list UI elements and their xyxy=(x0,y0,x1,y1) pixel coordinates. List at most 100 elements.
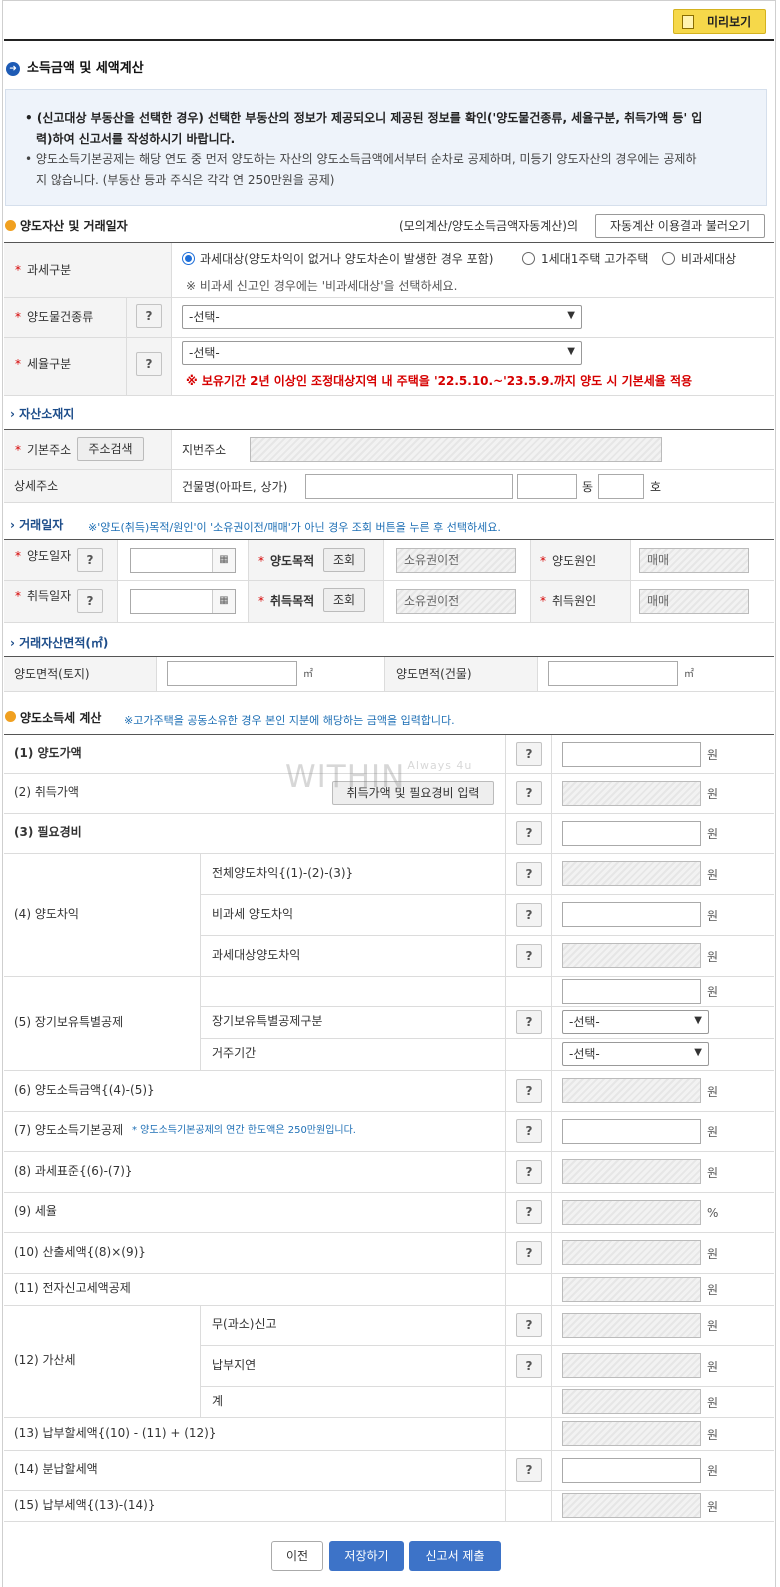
preview-button[interactable]: 미리보기 xyxy=(673,9,766,34)
calc-label-1: (1) 양도가액 xyxy=(14,746,82,760)
acquire-purpose-field: 소유권이전 xyxy=(396,589,516,614)
calc-sublabel-16: 무(과소)신고 xyxy=(212,1317,277,1331)
calc-readonly-4 xyxy=(562,861,701,886)
unit-label: 원 xyxy=(707,748,719,762)
calc-readonly-6 xyxy=(562,943,701,968)
calc-sublabel-18: 계 xyxy=(212,1393,224,1408)
unit-label: 원 xyxy=(707,1359,719,1374)
jibun-field xyxy=(250,437,662,462)
calc-sublabel-4: 전체양도차익{(1)-(2)-(3)} xyxy=(212,865,354,880)
calc-help-button-1[interactable]: ? xyxy=(516,742,542,766)
notice-1b: 력)하여 신고서를 작성하시기 바랍니다. xyxy=(36,132,236,146)
calc-sublabel-17: 납부지연 xyxy=(212,1357,257,1372)
calc-help-button-13[interactable]: ? xyxy=(516,1200,542,1224)
calc-help-button-10[interactable]: ? xyxy=(516,1078,542,1103)
calc-sublabel-5: 비과세 양도차익 xyxy=(212,906,294,921)
calc-readonly-10 xyxy=(562,1078,701,1103)
radio-nontaxable[interactable] xyxy=(662,252,675,265)
submit-button[interactable]: 신고서 제출 xyxy=(409,1541,501,1571)
calc-help-button-6[interactable]: ? xyxy=(516,943,542,968)
calc-input-5[interactable] xyxy=(562,902,701,927)
acquire-purpose-inquiry-button[interactable]: 조회 xyxy=(323,588,365,612)
calc-label-12: (8) 과세표준{(6)-(7)} xyxy=(14,1163,133,1178)
calc-help-button-5[interactable]: ? xyxy=(516,902,542,927)
chevron-down-icon: ▼ xyxy=(694,1015,702,1026)
calc-label-20: (14) 분납할세액 xyxy=(14,1462,98,1476)
dong-input[interactable] xyxy=(517,474,577,499)
unit-label: % xyxy=(707,1206,719,1220)
calc-label-11: (7) 양도소득기본공제 xyxy=(14,1123,124,1137)
calc-label-16: (12) 가산세 xyxy=(14,1353,76,1367)
calendar-icon[interactable]: ▦ xyxy=(212,590,235,613)
calc-help-button-16[interactable]: ? xyxy=(516,1313,542,1337)
land-area-input[interactable] xyxy=(167,661,297,686)
transfer-date-input[interactable]: ▦ xyxy=(130,548,236,573)
acquire-date-input[interactable]: ▦ xyxy=(130,589,236,614)
rate-select[interactable]: -선택- ▼ xyxy=(182,341,582,365)
unit-label: 원 xyxy=(707,985,719,999)
chevron-down-icon: ▼ xyxy=(567,310,575,321)
calc-select-9[interactable]: -선택- ▼ xyxy=(562,1042,709,1066)
ho-input[interactable] xyxy=(598,474,644,499)
building-name-input[interactable] xyxy=(305,474,513,499)
calc-heading: 양도소득세 계산 xyxy=(20,711,102,725)
transfer-date-help-button[interactable]: ? xyxy=(77,548,103,572)
transfer-purpose-inquiry-button[interactable]: 조회 xyxy=(323,548,365,572)
calc-label-14: (10) 산출세액{(8)×(9)} xyxy=(14,1244,146,1259)
calc-readonly-19 xyxy=(562,1421,701,1446)
notice-1: (신고대상 부동산을 선택한 경우) 선택한 부동산의 정보가 제공되오니 제공… xyxy=(36,111,703,125)
radio-luxury-house[interactable] xyxy=(522,252,535,265)
rate-help-button[interactable]: ? xyxy=(136,352,162,376)
acquire-date-help-button[interactable]: ? xyxy=(77,589,103,613)
calendar-icon[interactable]: ▦ xyxy=(212,549,235,572)
calc-sublabel-6: 과세대상양도차익 xyxy=(212,947,301,962)
calc-readonly-16 xyxy=(562,1312,701,1338)
unit-label: 원 xyxy=(707,1395,719,1410)
calc-help-button-11[interactable]: ? xyxy=(516,1119,542,1143)
acquire-date-label: 취득일자 xyxy=(27,589,72,603)
calc-readonly-13 xyxy=(562,1199,701,1225)
kind-label: 양도물건종류 xyxy=(27,310,94,324)
calc-input-3[interactable] xyxy=(562,820,701,846)
transfer-cause-field: 매매 xyxy=(639,548,749,573)
calc-help-button-2[interactable]: ? xyxy=(516,781,542,805)
address-search-button[interactable]: 주소검색 xyxy=(77,437,144,461)
unit-label: 원 xyxy=(707,1464,719,1478)
calc-help-button-8[interactable]: ? xyxy=(516,1010,542,1034)
rate-warning: ※ 보유기간 2년 이상인 조정대상지역 내 주택을 '22.5.10.~'23… xyxy=(186,374,693,388)
unit-label: 원 xyxy=(707,1125,719,1139)
chevron-down-icon: ▼ xyxy=(694,1047,702,1058)
calc-help-button-17[interactable]: ? xyxy=(516,1353,542,1378)
unit-label: 원 xyxy=(707,1084,719,1099)
unit-label: 원 xyxy=(707,1427,719,1442)
document-icon xyxy=(682,15,694,29)
calc-label-10: (6) 양도소득금액{(4)-(5)} xyxy=(14,1082,155,1097)
location-heading: 자산소재지 xyxy=(19,407,75,421)
calc-input-1[interactable] xyxy=(562,741,701,767)
prev-button[interactable]: 이전 xyxy=(271,1541,323,1571)
calc-input-11[interactable] xyxy=(562,1118,701,1144)
calc-help-button-20[interactable]: ? xyxy=(516,1458,542,1482)
kind-help-button[interactable]: ? xyxy=(136,304,162,328)
unit-label: 원 xyxy=(707,1246,719,1261)
radio-taxable[interactable] xyxy=(182,252,195,265)
kind-select[interactable]: -선택- ▼ xyxy=(182,305,582,329)
calc-input-7[interactable] xyxy=(562,978,701,1004)
calc-help-button-14[interactable]: ? xyxy=(516,1240,542,1265)
calc-readonly-14 xyxy=(562,1240,701,1265)
rate-label: 세율구분 xyxy=(27,357,72,371)
calc-readonly-21 xyxy=(562,1493,701,1518)
chevron-down-icon: ▼ xyxy=(567,346,575,357)
unit-label: 원 xyxy=(707,949,719,964)
building-area-input[interactable] xyxy=(548,661,678,686)
calc-select-8[interactable]: -선택- ▼ xyxy=(562,1010,709,1034)
area-heading: 거래자산면적(㎡) xyxy=(19,636,109,650)
auto-calc-button[interactable]: 자동계산 이용결과 불러오기 xyxy=(595,214,765,238)
calc-input-20[interactable] xyxy=(562,1457,701,1483)
calc-help-button-12[interactable]: ? xyxy=(516,1159,542,1184)
calc-help-button-4[interactable]: ? xyxy=(516,861,542,886)
save-button[interactable]: 저장하기 xyxy=(329,1541,404,1571)
calc-help-button-3[interactable]: ? xyxy=(516,821,542,845)
trade-note: ※'양도(취득)목적/원인'이 '소유권이전/매매'가 아닌 경우 조회 버튼을… xyxy=(88,521,501,534)
calc-label-2: (2) 취득가액 xyxy=(14,785,79,799)
